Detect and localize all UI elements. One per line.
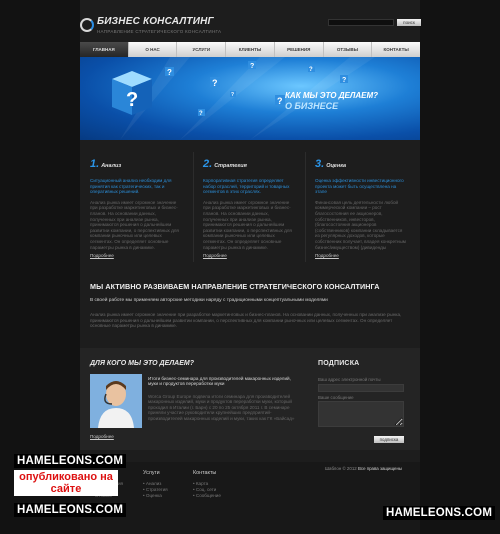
banner-headline: КАК МЫ ЭТО ДЕЛАЕМ? bbox=[285, 91, 379, 100]
footer-column-title[interactable]: Контакты bbox=[193, 470, 221, 476]
svg-text:?: ? bbox=[199, 111, 203, 117]
nav-item-clients[interactable]: КЛИЕНТЫ bbox=[226, 42, 275, 57]
more-link-analysis[interactable]: Подробнее bbox=[90, 253, 114, 258]
column-divider bbox=[305, 152, 306, 262]
who-body: Worca Group Europe подвела итоги семинар… bbox=[148, 394, 295, 421]
message-label: Ваше сообщение bbox=[318, 395, 354, 400]
nav-item-services[interactable]: УСЛУГИ bbox=[177, 42, 227, 57]
column-number: 1. bbox=[90, 158, 100, 170]
nav-item-solutions[interactable]: РЕШЕНИЯ bbox=[275, 42, 324, 57]
svg-text:?: ? bbox=[309, 67, 313, 73]
hero-banner: ? ? ? ? ? ? ? ? ? КАК МЫ ЭТО ДЕЛАЕМ? О Б… bbox=[80, 57, 420, 140]
more-link-evaluation[interactable]: Подробнее bbox=[315, 253, 339, 258]
email-label: Ваш адрес электронной почты bbox=[318, 377, 381, 382]
column-body: Анализ рынка имеет огромное значение при… bbox=[203, 199, 292, 250]
footer-link[interactable]: • Оценка bbox=[143, 493, 168, 499]
svg-text:?: ? bbox=[231, 92, 234, 98]
column-analysis: 1. Анализ Ситуационный анализ необходим д… bbox=[90, 154, 182, 250]
footer-link[interactable]: • Сообщение bbox=[193, 493, 221, 499]
message-field[interactable] bbox=[318, 401, 404, 427]
footer-column-services: Услуги • Анализ • Стратегия • Оценка bbox=[143, 470, 168, 499]
column-lead: Корпоративная стратегия определяет набор… bbox=[203, 178, 290, 195]
person-headset-icon bbox=[90, 374, 142, 428]
strategic-lead: В своей работе мы применяем авторские ме… bbox=[90, 298, 328, 303]
search-button[interactable]: поиск bbox=[397, 19, 421, 26]
logo-title[interactable]: БИЗНЕС КОНСАЛТИНГ bbox=[97, 16, 214, 27]
column-body: Финансовая цель деятельности любой комме… bbox=[315, 199, 406, 250]
who-lead[interactable]: Итоги бизнес-семинара для производителей… bbox=[148, 376, 298, 387]
column-lead: Оценка эффективности инвестиционного про… bbox=[315, 178, 404, 195]
copyright-prefix: Шаблон © 2012 bbox=[325, 466, 357, 471]
column-evaluation: 3. Оценка Оценка эффективности инвестицио… bbox=[315, 154, 407, 250]
svg-text:?: ? bbox=[277, 96, 283, 106]
svg-text:?: ? bbox=[167, 68, 172, 77]
who-title: ДЛЯ КОГО МЫ ЭТО ДЕЛАЕМ? bbox=[90, 360, 194, 367]
subscribe-title: ПОДПИСКА bbox=[318, 360, 360, 367]
search-input[interactable] bbox=[328, 19, 394, 26]
watermark-brand-top: HAMELEONS.COM bbox=[14, 454, 127, 468]
logo-subtitle: НАПРАВЛЕНИЕ СТРАТЕГИЧЕСКОГО КОНСАЛТИНГА bbox=[97, 29, 222, 34]
svg-text:?: ? bbox=[250, 63, 254, 70]
banner-subheadline: О БИЗНЕСЕ bbox=[285, 101, 339, 111]
footer-column-title[interactable]: Услуги bbox=[143, 470, 168, 476]
logo-icon bbox=[80, 18, 94, 32]
column-title: Анализ bbox=[101, 163, 122, 169]
consultant-photo bbox=[90, 374, 142, 428]
column-number: 2. bbox=[203, 158, 213, 170]
column-lead: Ситуационный анализ необходим для принят… bbox=[90, 178, 172, 195]
footer-column-contacts: Контакты • Карта • Соц. сети • Сообщение bbox=[193, 470, 221, 499]
nav-item-about[interactable]: О НАС bbox=[129, 42, 178, 57]
watermark-published: опубликовано на сайте bbox=[14, 470, 118, 496]
nav-item-reviews[interactable]: ОТЗЫВЫ bbox=[324, 42, 373, 57]
footer bbox=[80, 462, 420, 534]
svg-text:?: ? bbox=[342, 77, 346, 84]
column-title: Оценка bbox=[326, 163, 347, 169]
watermark-brand-bottom: HAMELEONS.COM bbox=[14, 503, 127, 517]
column-title: Стратегия bbox=[214, 163, 247, 169]
column-strategy: 2. Стратегия Корпоративная стратегия опре… bbox=[203, 154, 295, 250]
more-link-who[interactable]: Подробнее bbox=[90, 434, 114, 439]
nav-item-contacts[interactable]: КОНТАКТЫ bbox=[372, 42, 420, 57]
copyright: Шаблон © 2012 Все права защищены bbox=[325, 466, 402, 471]
watermark-brand-right: HAMELEONS.COM bbox=[383, 506, 496, 520]
column-divider bbox=[193, 152, 194, 262]
email-field[interactable] bbox=[318, 384, 404, 392]
svg-text:?: ? bbox=[126, 89, 138, 111]
strategic-body: Анализ рынка имеет огромное значение при… bbox=[90, 312, 402, 329]
strategic-title: МЫ АКТИВНО РАЗВИВАЕМ НАПРАВЛЕНИЕ СТРАТЕГ… bbox=[90, 282, 380, 291]
svg-text:?: ? bbox=[212, 78, 218, 88]
more-link-strategy[interactable]: Подробнее bbox=[203, 253, 227, 258]
column-body: Анализ рынка имеет огромное значение при… bbox=[90, 199, 179, 250]
copyright-rights: Все права защищены bbox=[357, 466, 403, 471]
question-cube-icon: ? bbox=[112, 71, 152, 115]
nav-item-home[interactable]: ГЛАВНАЯ bbox=[80, 42, 129, 57]
subscribe-button[interactable]: подписка bbox=[374, 436, 404, 443]
main-nav: ГЛАВНАЯ О НАС УСЛУГИ КЛИЕНТЫ РЕШЕНИЯ ОТЗ… bbox=[80, 42, 420, 57]
column-number: 3. bbox=[315, 158, 325, 170]
